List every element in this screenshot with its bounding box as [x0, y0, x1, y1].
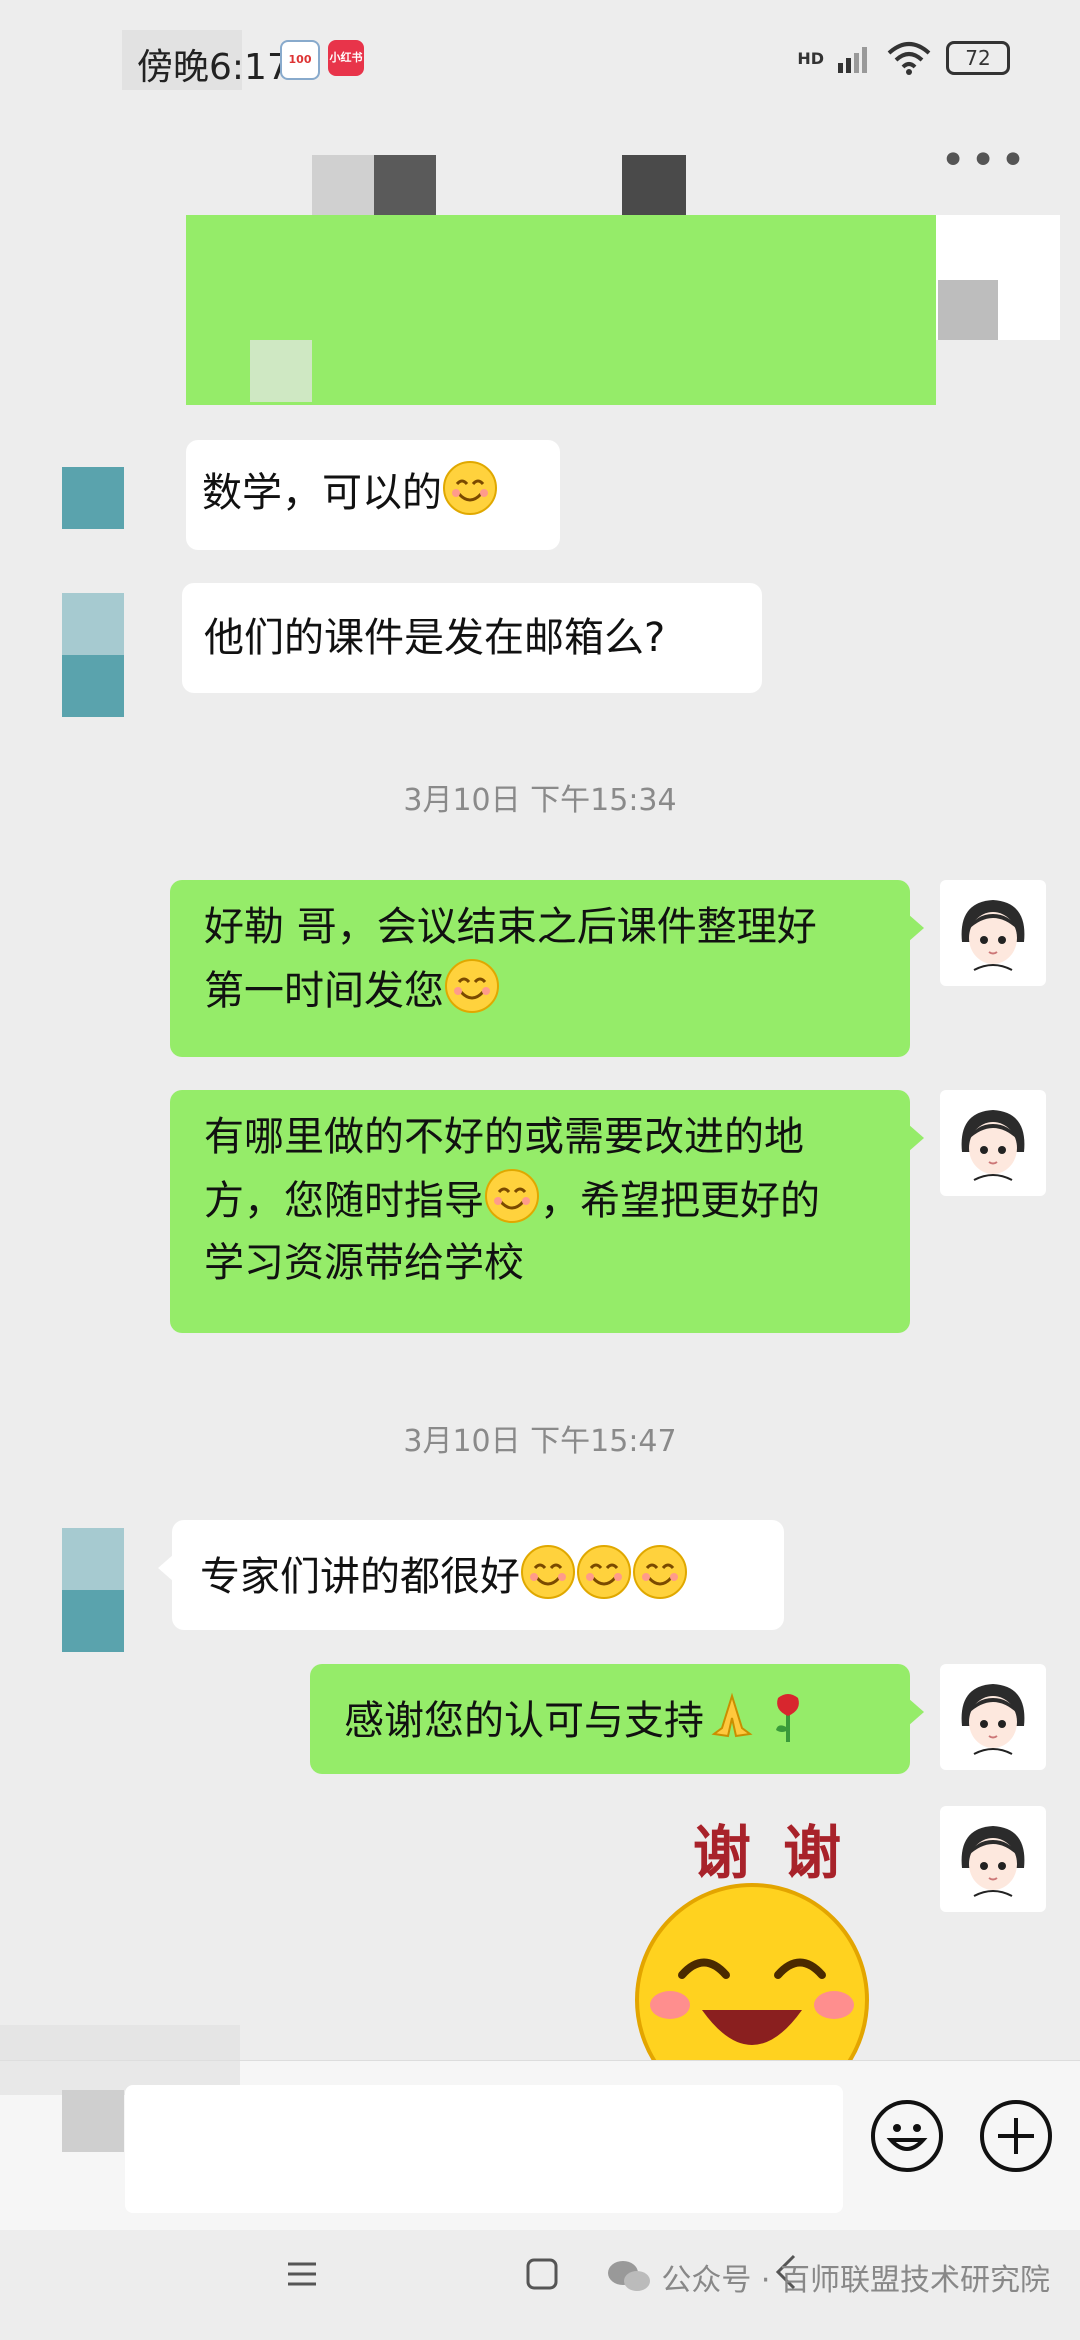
message-text: 学习资源带给学校 — [204, 1240, 524, 1286]
contact-avatar[interactable] — [62, 1590, 124, 1652]
message-bubble-received[interactable]: 专家们讲的都很好 — [158, 1520, 784, 1630]
message-text: 专家们讲的都很好 — [200, 1554, 520, 1600]
message-text: ，希望把更好的 — [540, 1178, 820, 1224]
message-text: 第一时间发您 — [204, 968, 444, 1014]
status-time: 傍晚6:17 — [137, 47, 290, 88]
smile-emoji-icon — [445, 959, 499, 1013]
message-bubble-sent[interactable]: 感谢您的认可与支持 — [310, 1664, 924, 1774]
smile-emoji-icon — [577, 1545, 631, 1599]
message-text: 他们的课件是发在邮箱么? — [204, 615, 666, 661]
message-bubble-received[interactable]: 他们的课件是发在邮箱么? — [182, 583, 762, 693]
message-bubble-received[interactable]: 数学，可以的 — [186, 440, 560, 550]
header-mosaic — [938, 280, 998, 340]
app-badge-100: 100 — [280, 40, 320, 80]
my-avatar[interactable] — [940, 1090, 1046, 1196]
watermark: 公众号 · 百师联盟技术研究院 — [607, 2255, 1050, 2299]
my-avatar[interactable] — [940, 1806, 1046, 1912]
menu-nav-icon[interactable] — [284, 2256, 320, 2292]
emoji-button-icon[interactable] — [871, 2100, 943, 2172]
my-avatar[interactable] — [940, 880, 1046, 986]
wifi-icon — [887, 42, 931, 75]
message-text: 数学，可以的 — [202, 470, 442, 516]
cartoon-girl-icon — [961, 1826, 1025, 1897]
battery-indicator: 72 — [946, 41, 1010, 75]
timestamp: 3月10日 下午15:34 — [403, 783, 677, 818]
thanks-sticker-icon[interactable] — [632, 1880, 872, 2060]
contact-avatar[interactable] — [62, 655, 124, 717]
hd-label: HD — [797, 48, 824, 68]
status-right: HD 72 — [797, 40, 1010, 76]
message-text: 方，您随时指导 — [204, 1178, 484, 1224]
message-bubble-sent[interactable]: 好勒 哥，会议结束之后课件整理好 第一时间发您 — [170, 880, 924, 1057]
message-text: 好勒 哥，会议结束之后课件整理好 — [204, 904, 817, 950]
praying-hands-emoji-icon — [711, 1692, 753, 1738]
smile-emoji-icon — [485, 1169, 539, 1223]
smile-emoji-icon — [443, 461, 497, 515]
smile-emoji-icon — [521, 1545, 575, 1599]
rose-emoji-icon — [776, 1694, 799, 1742]
my-avatar[interactable] — [940, 1664, 1046, 1770]
signal-icon — [838, 47, 867, 73]
plus-button-icon[interactable] — [980, 2100, 1052, 2172]
message-input[interactable] — [125, 2085, 843, 2213]
header-mosaic — [622, 155, 686, 217]
header-mosaic — [374, 155, 436, 217]
contact-avatar[interactable] — [62, 467, 124, 529]
chat-header — [0, 125, 1080, 217]
sticker-caption: 谢 谢 — [692, 1819, 848, 1887]
timestamp: 3月10日 下午15:47 — [403, 1424, 677, 1459]
home-nav-icon[interactable] — [524, 2256, 560, 2292]
voice-button-obscured[interactable] — [62, 2090, 124, 2152]
message-text: 有哪里做的不好的或需要改进的地 — [204, 1114, 804, 1160]
message-text: 感谢您的认可与支持 — [344, 1698, 704, 1744]
header-mosaic — [250, 340, 312, 402]
watermark-text: 公众号 · 百师联盟技术研究院 — [661, 2263, 1050, 2298]
cartoon-girl-icon — [961, 1684, 1025, 1755]
header-mosaic — [312, 155, 374, 217]
contact-avatar[interactable] — [62, 593, 124, 655]
message-bubble-sent[interactable]: 有哪里做的不好的或需要改进的地 方，您随时指导 ，希望把更好的 学习资源带给学校 — [170, 1090, 924, 1333]
cartoon-girl-icon — [961, 1110, 1025, 1181]
status-bar: 傍晚6:17 100 小红书 HD 72 — [0, 0, 1080, 125]
contact-avatar[interactable] — [62, 1528, 124, 1590]
wechat-icon — [608, 2261, 651, 2291]
cartoon-girl-icon — [961, 900, 1025, 971]
app-badge-xiaohongshu: 小红书 — [328, 40, 364, 76]
more-icon[interactable]: ••• — [940, 135, 1030, 186]
smile-emoji-icon — [633, 1545, 687, 1599]
